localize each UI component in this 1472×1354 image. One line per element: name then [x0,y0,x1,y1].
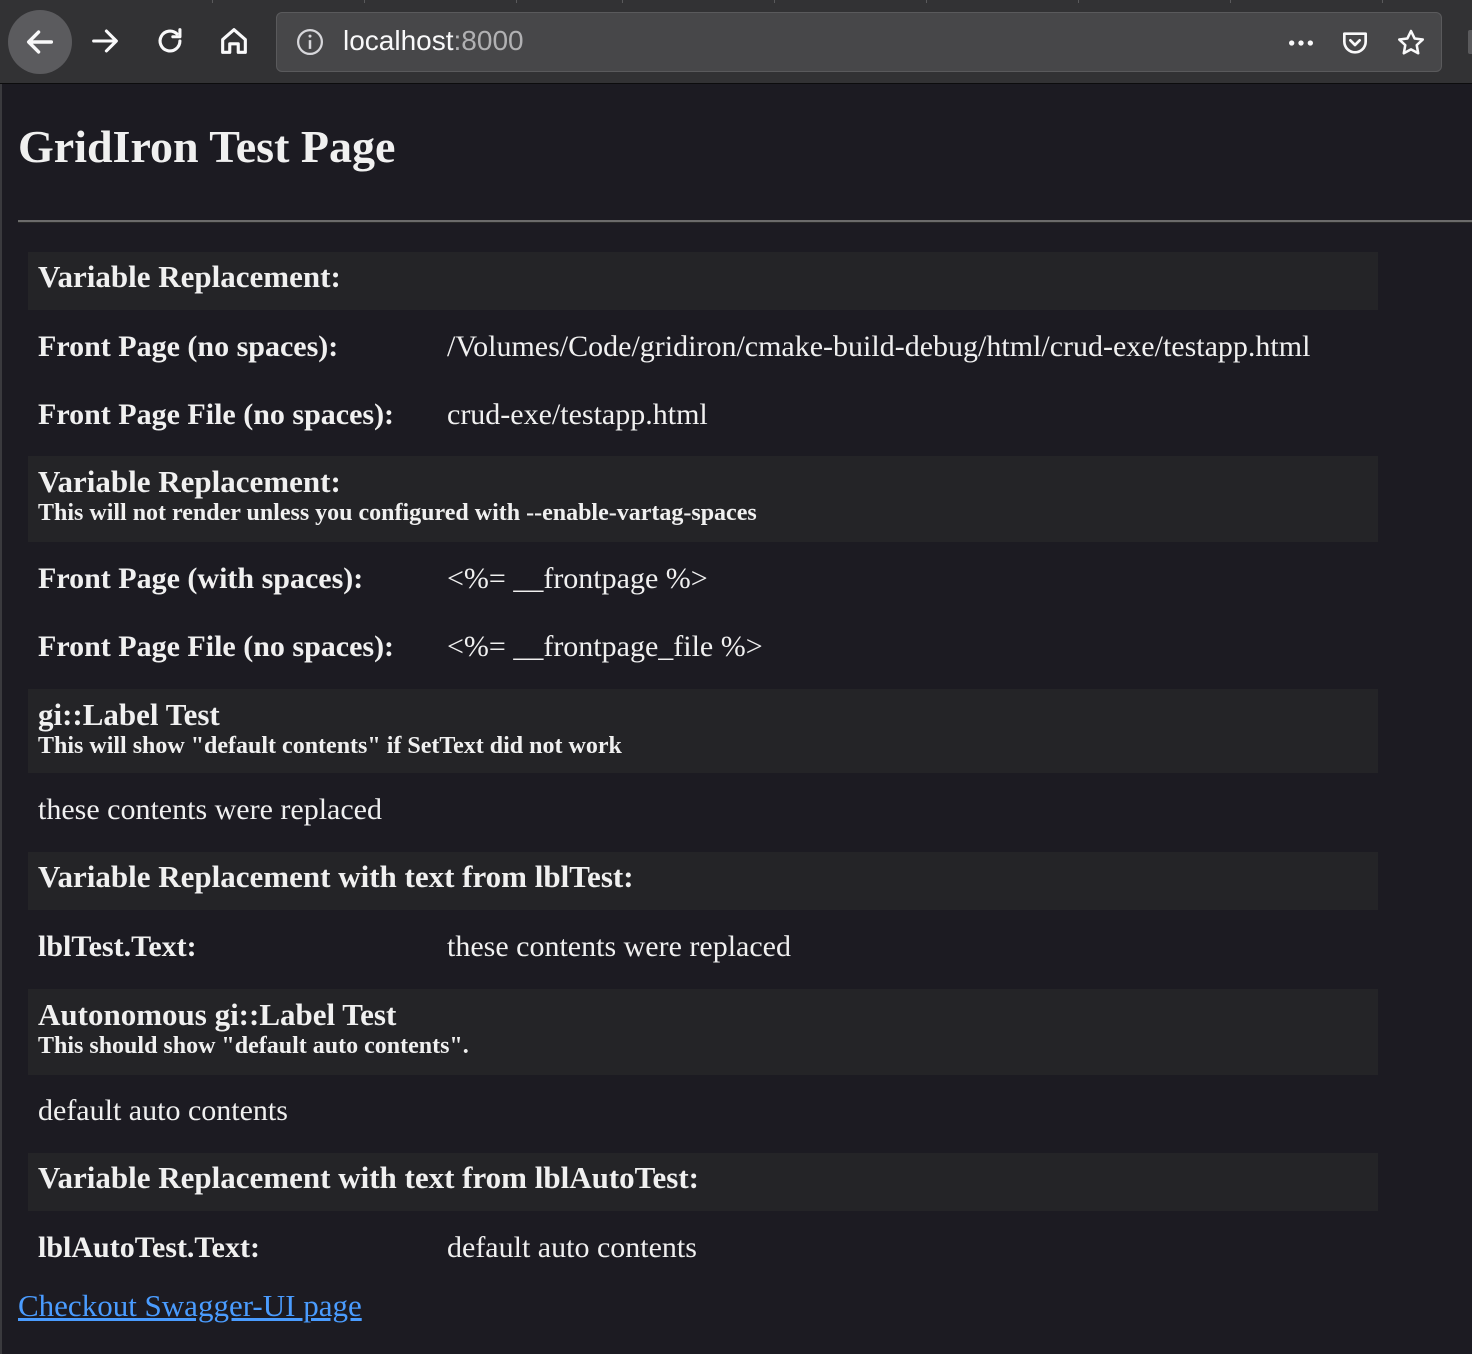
section-title: Autonomous gi::Label Test [38,997,397,1032]
browser-toolbar: localhost:8000 [0,0,1472,84]
forward-button[interactable] [76,12,134,70]
bookmark-button[interactable] [1393,25,1429,61]
section-header-autonomous-label-test: Autonomous gi::Label Test This should sh… [28,989,1378,1075]
section-title: Variable Replacement: [38,464,341,499]
more-dots-icon [1289,40,1313,46]
arrow-right-icon [92,29,118,53]
pocket-button[interactable] [1337,25,1373,61]
row-value: default auto contents [447,1231,697,1264]
row-value: crud-exe/testapp.html [447,398,708,431]
page-actions-button[interactable] [1283,25,1319,61]
row-value: these contents were replaced [447,930,791,963]
label-test-output: these contents were replaced [38,793,382,826]
section-subtitle: This should show "default auto contents"… [38,1033,469,1059]
section-header-variable-replacement-spaces: Variable Replacement: This will not rend… [28,456,1378,542]
row-key: Front Page File (no spaces): [38,398,395,431]
section-subtitle: This will not render unless you configur… [38,500,757,526]
row-key: lblAutoTest.Text: [38,1231,260,1264]
swagger-ui-link[interactable]: Checkout Swagger-UI page [18,1288,362,1324]
section-header-lblautotest-replacement: Variable Replacement with text from lblA… [28,1153,1378,1211]
section-title: Variable Replacement with text from lblA… [38,1160,699,1195]
page-title: GridIron Test Page [18,121,396,172]
reload-button[interactable] [141,12,199,70]
row-value: <%= __frontpage %> [447,562,708,595]
home-button[interactable] [205,12,263,70]
section-title: Variable Replacement: [38,259,341,294]
url-port: :8000 [453,25,524,56]
tab-strip [0,0,1472,3]
section-header-lbltest-replacement: Variable Replacement with text from lblT… [28,852,1378,910]
pocket-icon [1343,32,1367,54]
horizontal-rule [18,220,1472,223]
star-icon [1398,29,1424,55]
auto-label-output: default auto contents [38,1094,288,1127]
reload-icon [158,28,182,53]
row-key: Front Page File (no spaces): [38,630,395,663]
page-content: GridIron Test Page Variable Replacement:… [0,84,1472,1354]
row-value: <%= __frontpage_file %> [447,630,763,663]
back-button[interactable] [8,10,72,74]
url-bar[interactable]: localhost:8000 [276,12,1442,72]
section-title: Variable Replacement with text from lblT… [38,859,634,894]
row-key: Front Page (with spaces): [38,562,364,595]
row-key: lblTest.Text: [38,930,197,963]
window-edge [1468,30,1472,54]
info-icon[interactable] [295,27,325,57]
url-text[interactable]: localhost:8000 [343,25,524,57]
section-header-label-test: gi::Label Test This will show "default c… [28,689,1378,773]
section-header-variable-replacement: Variable Replacement: [28,252,1378,310]
section-title: gi::Label Test [38,697,220,732]
home-icon [221,28,247,54]
row-value: /Volumes/Code/gridiron/cmake-build-debug… [447,330,1311,363]
row-key: Front Page (no spaces): [38,330,339,363]
arrow-left-icon [26,30,54,54]
section-subtitle: This will show "default contents" if Set… [38,733,622,759]
url-host: localhost [343,25,454,56]
